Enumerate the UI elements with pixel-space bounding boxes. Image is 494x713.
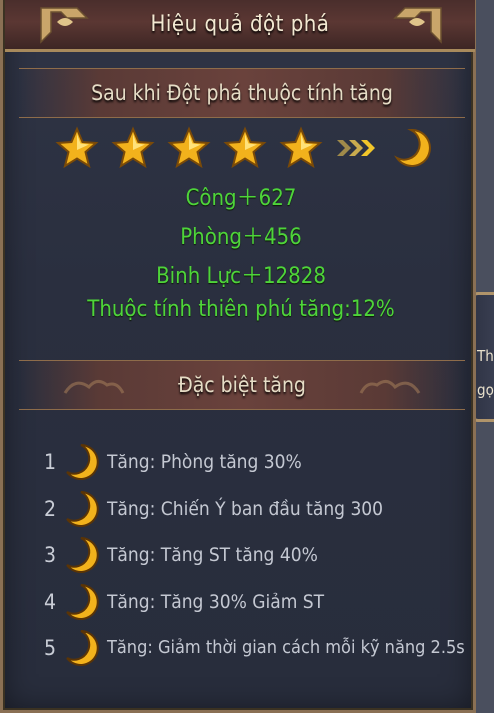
section-title-special: Đặc biệt tăng [178,373,306,397]
section-header-attributes: Sau khi Đột phá thuộc tính tăng [19,68,465,118]
stat-attack: Công＋627 [185,186,297,211]
item-text: Tăng: Tăng 30% Giảm ST [107,591,325,613]
item-text: Tăng: Phòng tăng 30% [107,451,302,473]
star-icon [55,126,99,169]
breakthrough-effect-panel: Hiệu quả đột phá Sau khi Đột phá thuộc t… [0,0,476,713]
panel-title: Hiệu quả đột phá [150,12,330,37]
item-text: Tăng: Chiến Ý ban đầu tăng 300 [107,498,384,520]
crescent-moon-icon [66,444,99,480]
star-icon [279,126,323,169]
item-number: 5 [43,636,57,660]
star-icon [111,126,155,169]
item-text: Tăng: Tăng ST tăng 40% [107,544,318,566]
star-icon [167,126,211,169]
item-text: Tăng: Giảm thời gian cách mỗi kỹ năng 2.… [107,637,465,658]
section-title-attributes: Sau khi Đột phá thuộc tính tăng [91,81,393,105]
side-tab-text-2: gọ [477,381,494,399]
side-tab-text-1: Th [477,347,494,365]
stat-talent: Thuộc tính thiên phú tăng:12% [87,297,395,322]
item-number: 2 [43,497,57,521]
crescent-moon-icon [66,537,99,573]
crescent-moon-icon [66,584,99,620]
item-number: 4 [43,590,57,614]
item-number: 3 [43,543,57,567]
star-icon [223,126,267,169]
section-header-special: Đặc biệt tăng [19,360,465,410]
stat-troops: Binh Lực＋12828 [156,264,326,289]
stat-defense: Phòng＋456 [180,225,302,250]
crescent-moon-icon [394,128,431,167]
crescent-moon-icon [66,491,99,527]
item-number: 1 [43,450,57,474]
crescent-moon-icon [66,630,99,666]
title-bar: Hiệu quả đột phá [5,0,475,52]
arrow-chevrons-icon [337,140,375,156]
